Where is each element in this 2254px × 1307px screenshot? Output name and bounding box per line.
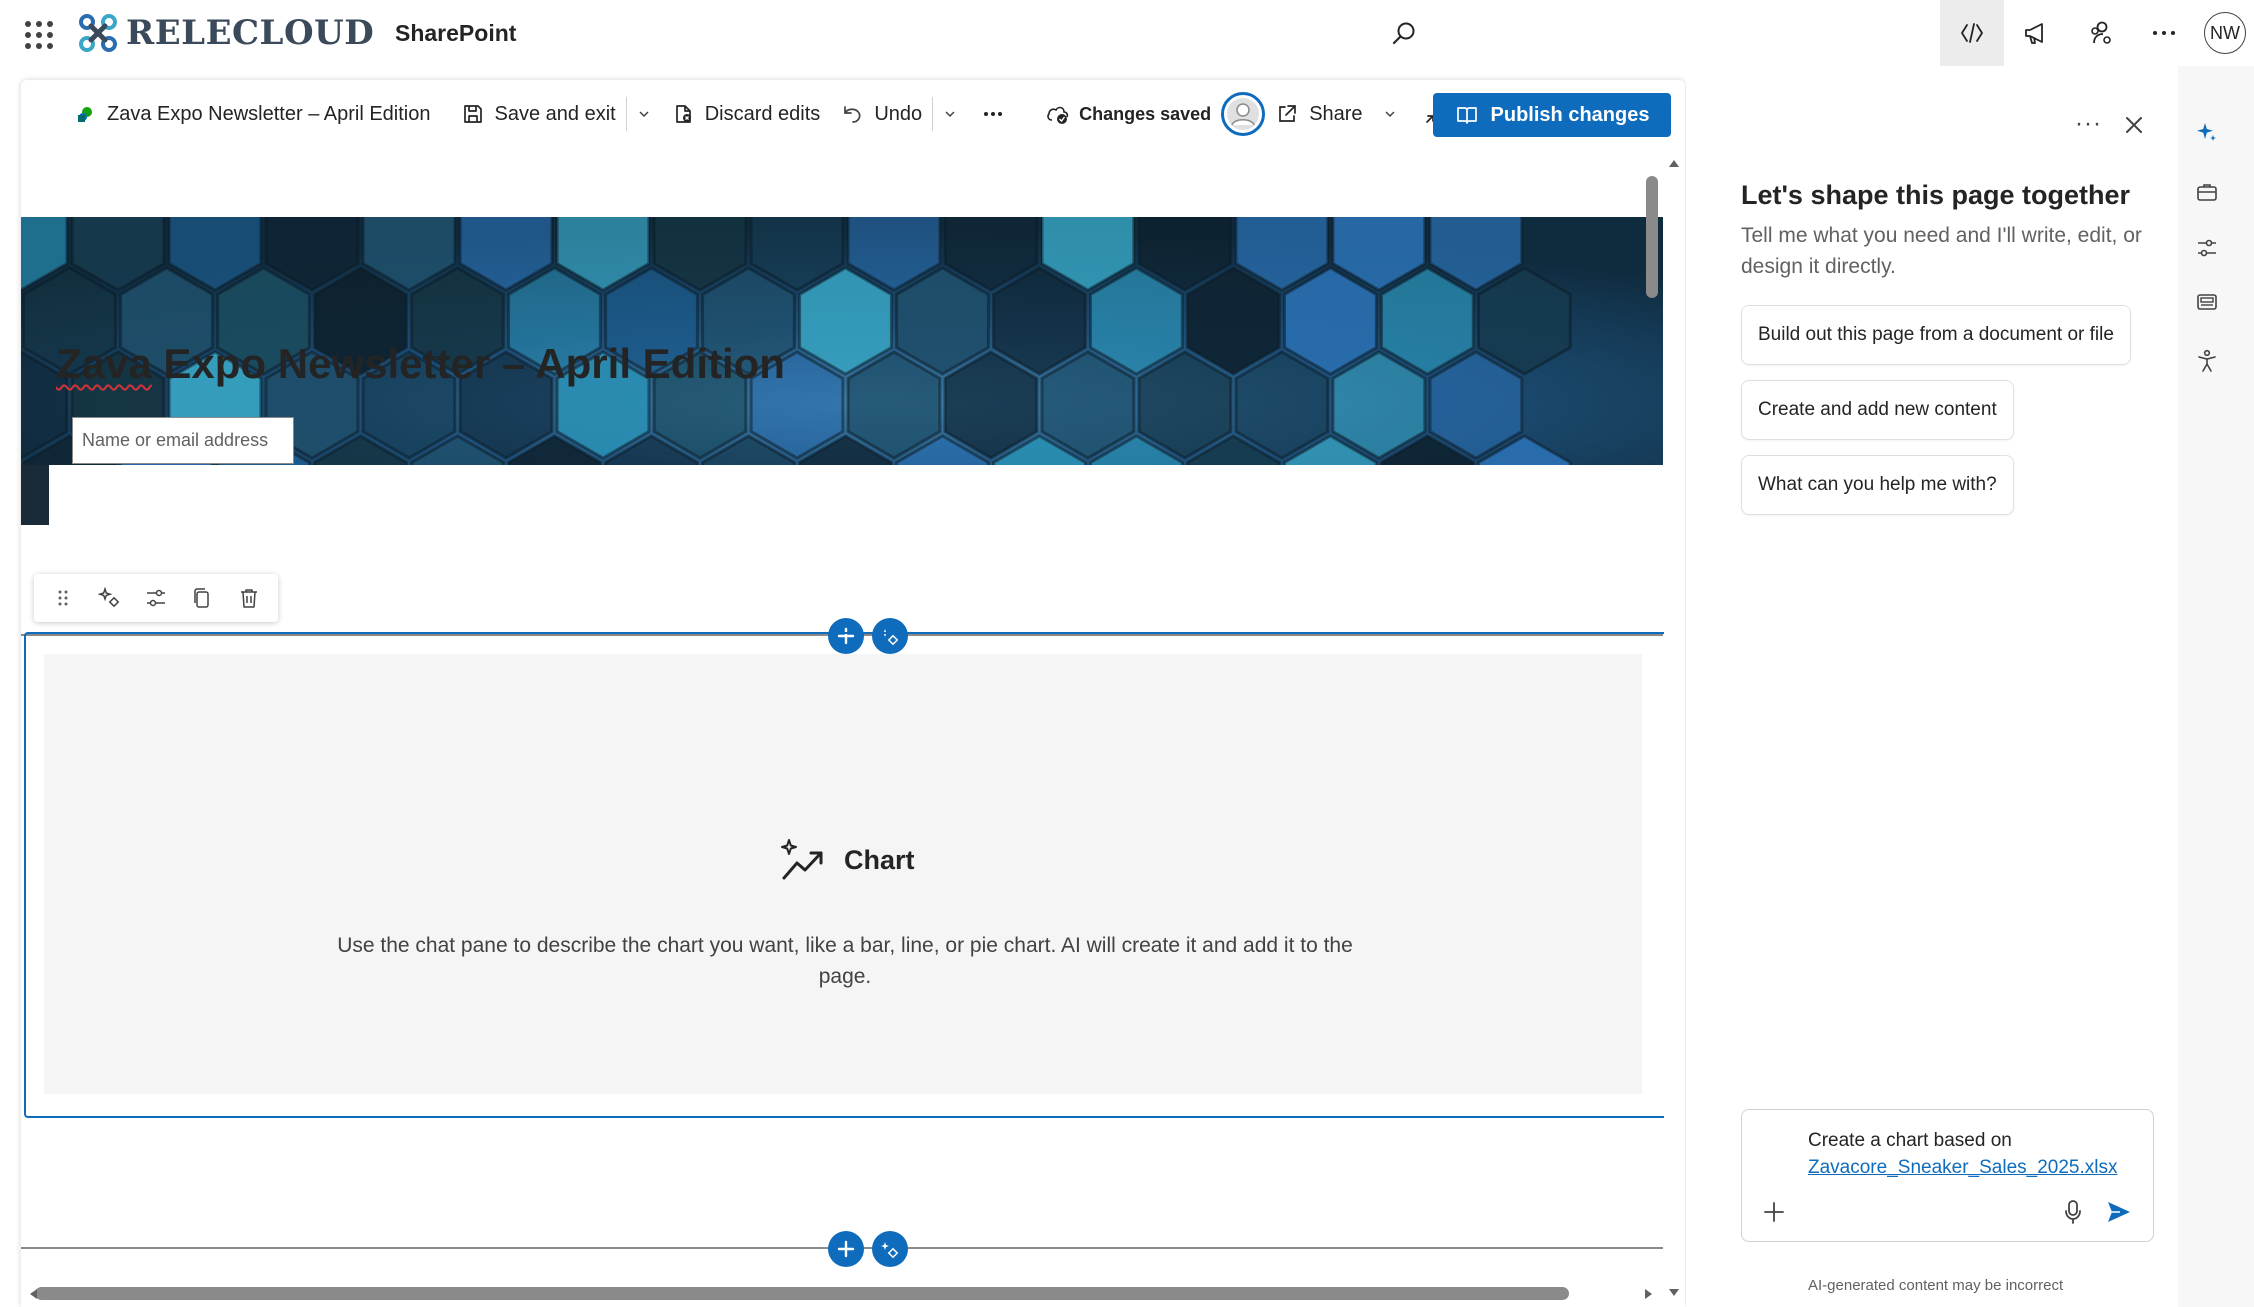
relecloud-logo-icon [79,14,117,52]
save-icon [463,105,482,123]
settings-sliders-icon[interactable] [139,581,173,615]
trending-sparkle-icon [781,839,823,880]
save-status: Changes saved [1035,92,1221,136]
chevron-down-icon [639,111,649,118]
save-exit-button[interactable]: Save and exit [451,92,626,136]
app-launcher-icon[interactable] [22,18,53,49]
more-commands-button[interactable] [973,92,1013,136]
suite-bar: RELECLOUD SharePoint NW [0,0,2254,66]
code-brackets-icon[interactable] [1940,0,2004,66]
suite-actions: NW [1940,0,2254,66]
chart-description: Use the chat pane to describe the chart … [337,934,1353,988]
ai-disclaimer: AI-generated content may be incorrect [1808,1277,2064,1294]
page-name-button[interactable]: Zava Expo Newsletter – April Edition [65,92,441,136]
discard-label: Discard edits [704,102,821,125]
author-input[interactable] [72,417,294,464]
suggestion-help[interactable]: What can you help me with? [1741,455,2014,515]
accessibility-icon[interactable] [2190,344,2224,378]
app-name[interactable]: SharePoint [395,20,516,47]
publish-label: Publish changes [1490,103,1650,126]
send-icon[interactable] [2104,1197,2134,1227]
design-ideas-icon[interactable] [2190,285,2224,319]
horizontal-scroll-thumb[interactable] [35,1287,1569,1300]
add-attachment-icon[interactable] [1760,1198,1788,1226]
delete-icon[interactable] [232,581,266,615]
more-icon[interactable] [2132,0,2196,66]
title-region [49,465,1663,605]
ai-add-button[interactable] [872,1231,908,1267]
search-icon[interactable] [1386,16,1422,52]
vertical-scrollbar[interactable] [1663,148,1685,1307]
chevron-down-icon [945,111,955,118]
composer-message[interactable]: Create a chart based on Zavacore_Sneaker… [1808,1127,2117,1181]
book-open-icon [1456,107,1477,124]
discard-icon [675,105,691,123]
ai-edit-icon[interactable] [93,581,127,615]
suggestion-build-from-file[interactable]: Build out this page from a document or f… [1741,305,2131,365]
pane-title: Let's shape this page together [1741,180,2130,210]
toolbox-icon[interactable] [2190,175,2224,209]
plus-icon [837,1240,855,1258]
save-options-dropdown[interactable] [627,92,661,136]
share-button[interactable]: Share [1265,92,1406,136]
sharepoint-page-icon [78,107,92,122]
save-exit-label: Save and exit [494,102,616,125]
attached-file-link[interactable]: Zavacore_Sneaker_Sales_2025.xlsx [1808,1154,2117,1181]
duplicate-icon[interactable] [185,581,219,615]
title-accent-block [21,465,49,525]
properties-sliders-icon[interactable] [2190,231,2224,265]
sparkle-shapes-icon [881,1242,899,1259]
brand-logo[interactable]: RELECLOUD [78,12,374,54]
pane-more-button[interactable]: ··· [2075,110,2102,138]
people-settings-icon[interactable] [2068,0,2132,66]
chart-header: Chart [780,838,915,882]
brand-name: RELECLOUD [126,13,375,53]
suggestion-create-content[interactable]: Create and add new content [1741,380,2014,440]
more-icon [984,112,1003,116]
add-section-button[interactable] [828,1231,864,1267]
drag-handle-icon[interactable] [46,581,80,615]
page-title[interactable]: Zava Expo Newsletter – April Edition [56,340,785,388]
scroll-right-icon[interactable] [1644,1288,1654,1300]
person-icon [1227,98,1260,130]
pane-subtitle: Tell me what you need and I'll write, ed… [1741,224,2142,278]
megaphone-icon[interactable] [2004,0,2068,66]
coauthor-avatar[interactable] [1221,92,1266,136]
publish-changes-button[interactable]: Publish changes [1433,93,1671,137]
share-label: Share [1309,102,1363,125]
cloud-check-icon [1047,106,1069,124]
scroll-left-icon[interactable] [28,1288,38,1300]
undo-options-dropdown[interactable] [933,92,967,136]
discard-edits-button[interactable]: Discard edits [661,92,831,136]
chart-title: Chart [844,844,915,875]
webpart-toolbar [34,574,278,622]
undo-label: Undo [874,102,923,125]
undo-icon [844,106,861,123]
save-status-label: Changes saved [1079,103,1212,124]
user-avatar[interactable]: NW [2204,12,2246,54]
share-icon [1279,105,1297,122]
chevron-down-icon [1385,111,1395,118]
close-icon[interactable] [2119,110,2149,140]
microphone-icon[interactable] [2059,1198,2087,1226]
vertical-scroll-thumb[interactable] [1646,176,1658,298]
copilot-sparkle-icon[interactable] [2190,115,2224,149]
undo-button[interactable]: Undo [830,92,932,136]
page-name: Zava Expo Newsletter – April Edition [107,102,431,125]
